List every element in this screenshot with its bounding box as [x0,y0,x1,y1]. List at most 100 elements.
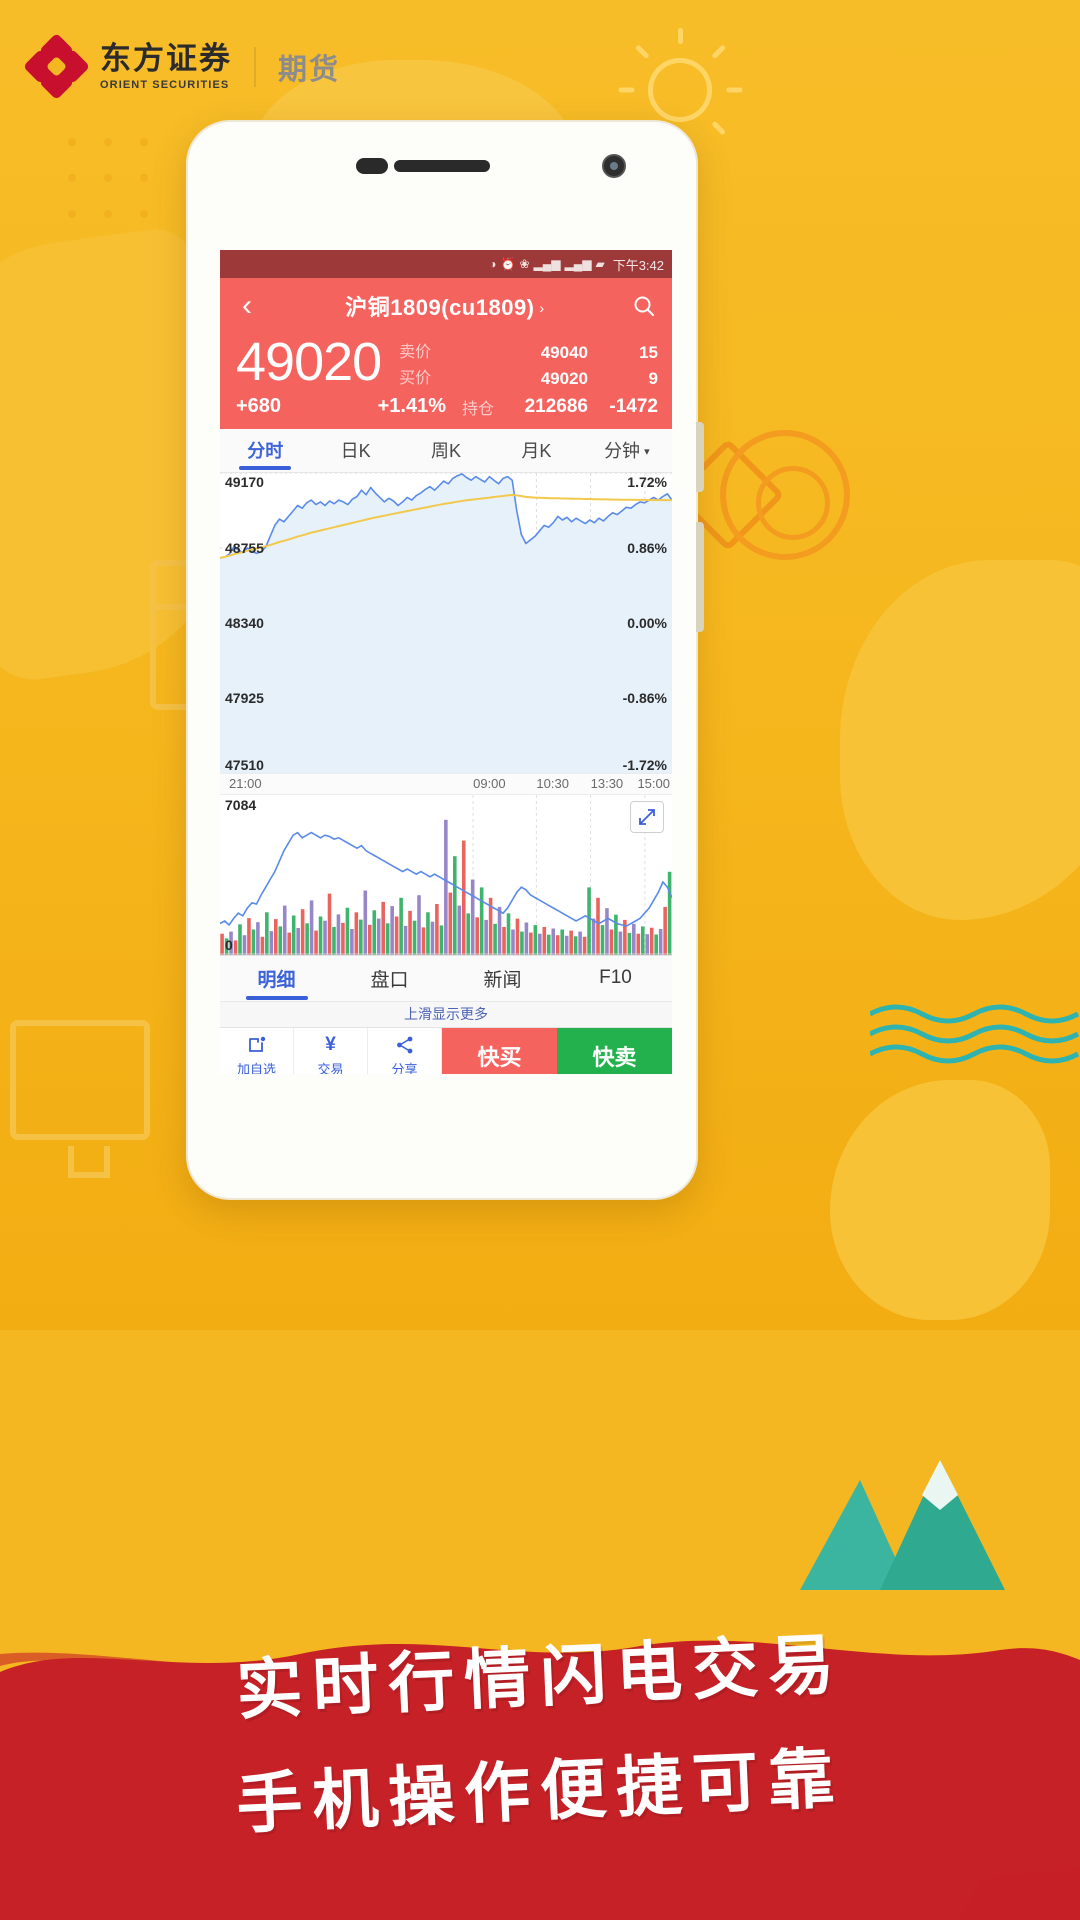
app-screen-content: ◑ ⏰ ❀ ▂▄▆ ▂▄▆ ▰ 下午3:42 ‹ 沪铜1809(cu1809) … [220,250,672,1074]
promo-slogan: 实时行情闪电交易 手机操作便捷可靠 [0,1624,1080,1842]
signal-icon: ▂▄▆ [533,257,561,271]
detail-tab-bar: 明细 盘口 新闻 F10 [220,954,672,1001]
bid-price: 49020 [540,369,588,389]
battery-icon: ▰ [595,257,605,271]
pct-axis-label-1: 0.86% [627,539,667,556]
quote-main: 49020 卖价 49040 15 买价 49020 9 [236,334,658,393]
wave-lines-icon [870,1000,1080,1070]
alarm-icon: ⏰ [500,257,516,271]
time-tick: 21:00 [229,775,262,791]
y-axis-label-1: 48755 [225,539,264,556]
decor-ring-icon [720,430,850,560]
volume-chart-svg [220,794,672,955]
tab-label: 日K [340,441,371,462]
add-to-watchlist-button[interactable]: 加自选 [220,1027,294,1074]
add-to-watchlist-icon [247,1034,267,1056]
status-bar-icons: ◑ ⏰ ❀ ▂▄▆ ▂▄▆ ▰ [489,258,604,270]
tab-news[interactable]: 新闻 [446,965,559,992]
back-button[interactable]: ‹ [220,291,274,321]
search-button[interactable] [616,294,672,318]
share-icon [395,1034,415,1056]
chevron-right-icon: › [539,300,545,316]
swipe-up-hint[interactable]: 上滑显示更多 [220,1000,672,1027]
pct-axis-label-3: -0.86% [622,689,667,706]
quote-row-ask: 卖价 49040 15 [399,340,658,366]
open-interest-label: 持仓 [462,400,495,418]
quick-sell-button[interactable]: 快卖 [557,1027,672,1074]
action-label: 交易 [317,1062,344,1074]
chevron-left-icon: ‹ [242,289,252,322]
quick-buy-button[interactable]: 快买 [442,1027,557,1074]
action-bar: 加自选 ¥ 交易 分享 快买 快卖 [220,1026,672,1074]
tab-label: 盘口 [370,969,409,991]
time-axis: 21:00 09:00 10:30 13:30 15:00 [220,772,672,795]
y-axis-label-4: 47510 [225,756,264,773]
tab-label: 新闻 [483,969,522,991]
tab-mingxi[interactable]: 明细 [220,965,333,992]
signal2-icon: ▂▄▆ [564,257,592,271]
brand-name-en: ORIENT SECURITIES [100,78,230,91]
phone-mockup: ◑ ⏰ ❀ ▂▄▆ ▂▄▆ ▰ 下午3:42 ‹ 沪铜1809(cu1809) … [186,120,704,1200]
phone-side-button [696,422,704,492]
open-interest-change: -1472 [609,395,658,417]
yuan-trade-icon: ¥ [325,1034,336,1056]
pct-axis-label-4: -1.72% [622,756,667,773]
tab-label: 月K [521,441,552,462]
ask-qty: 15 [639,343,658,362]
phone-volume-button [696,522,704,632]
price-chart[interactable]: 49170 48755 48340 47925 47510 1.72% 0.86… [220,472,672,773]
pct-axis-label-0: 1.72% [627,473,667,490]
search-icon [634,296,654,316]
quote-panel: 49020 卖价 49040 15 买价 49020 9 +680 +1.41%… [220,334,672,429]
expand-chart-button[interactable] [630,800,664,833]
brand-divider [254,47,256,87]
app-navbar: ‹ 沪铜1809(cu1809) › [220,278,672,334]
ask-price: 49040 [540,343,588,362]
status-bar: ◑ ⏰ ❀ ▂▄▆ ▂▄▆ ▰ 下午3:42 [220,250,672,278]
trade-button[interactable]: ¥ 交易 [294,1027,368,1074]
quote-change-row: +680 +1.41% 持仓 212686 -1472 [236,395,658,419]
tab-f10[interactable]: F10 [559,967,672,989]
action-label: 加自选 [236,1062,276,1074]
volume-chart[interactable]: 7084 0 [220,794,672,955]
brand-subtitle: 期货 [278,54,341,86]
open-interest-value: 212686 [524,395,588,417]
app-screen: ◑ ⏰ ❀ ▂▄▆ ▂▄▆ ▰ 下午3:42 ‹ 沪铜1809(cu1809) … [216,122,672,1074]
y-axis-label-2: 48340 [225,614,264,631]
brand-header: 东方证券 ORIENT SECURITIES 期货 [22,32,341,101]
brand-names: 东方证券 ORIENT SECURITIES [100,43,232,91]
volume-min-label: 0 [225,936,233,953]
tab-monthly-k[interactable]: 月K [491,437,581,463]
tab-label: 分时 [247,441,284,462]
page-title[interactable]: 沪铜1809(cu1809) › [274,290,616,322]
y-axis-label-3: 47925 [225,689,264,706]
mountain-icon [790,1440,1020,1590]
expand-arrows-icon [639,808,655,825]
tab-label: 分钟 [604,441,641,462]
tab-label: F10 [599,967,632,989]
last-price: 49020 [236,332,382,392]
phone-screen-frame: ◑ ⏰ ❀ ▂▄▆ ▂▄▆ ▰ 下午3:42 ‹ 沪铜1809(cu1809) … [188,122,696,1198]
vibrate-icon: ◑ [489,257,497,271]
time-tick: 09:00 [473,775,506,791]
monitor-icon [10,1020,150,1178]
time-tick: 13:30 [590,775,624,791]
tab-fenshi[interactable]: 分时 [220,437,310,463]
volume-max-label: 7084 [225,796,257,813]
share-button[interactable]: 分享 [368,1027,442,1074]
pct-axis-label-2: 0.00% [627,614,667,631]
quote-row-bid: 买价 49020 9 [399,366,658,392]
time-tick: 10:30 [536,775,569,791]
price-chart-svg [220,472,672,773]
quote-side-rows: 卖价 49040 15 买价 49020 9 [381,334,658,393]
instrument-name: 沪铜1809(cu1809) [345,295,535,320]
tab-weekly-k[interactable]: 周K [401,437,491,463]
chart-tab-bar: 分时 日K 周K 月K 分钟 ▾ [220,428,672,473]
chevron-down-icon: ▾ [644,446,650,459]
promo-banner: 实时行情闪电交易 手机操作便捷可靠 [0,1590,1080,1920]
tab-minutes[interactable]: 分钟 ▾ [582,437,672,463]
tab-label: 明细 [257,969,296,991]
tab-pankou[interactable]: 盘口 [333,965,446,992]
bid-label: 买价 [399,370,432,388]
tab-daily-k[interactable]: 日K [310,437,400,463]
